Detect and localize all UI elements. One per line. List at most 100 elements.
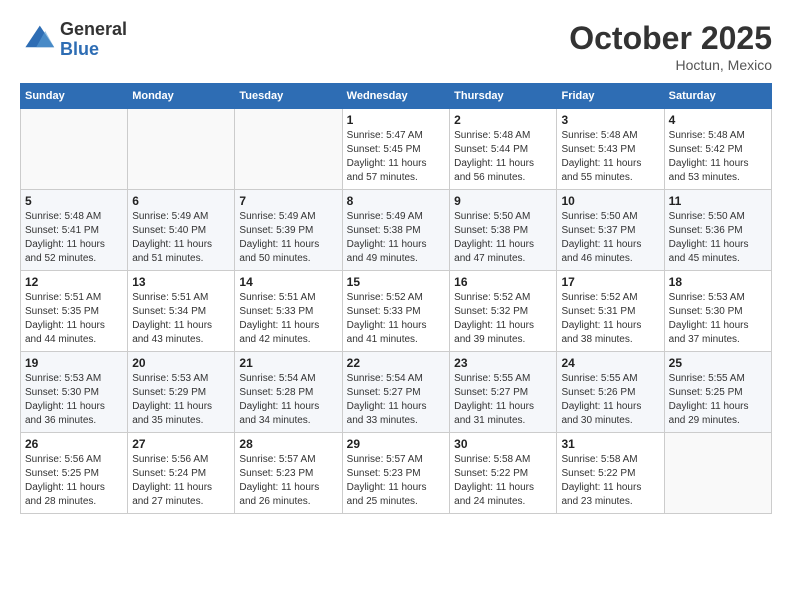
calendar-cell [128, 109, 235, 190]
day-info: Sunrise: 5:53 AM Sunset: 5:30 PM Dayligh… [669, 291, 767, 347]
calendar-week-1: 5 Sunrise: 5:48 AM Sunset: 5:41 PM Daylig… [21, 190, 772, 271]
day-number: 13 [132, 275, 230, 289]
calendar-cell: 11Sunrise: 5:50 AM Sunset: 5:36 PM Dayli… [664, 190, 771, 271]
day-number: 6 [132, 194, 230, 208]
calendar-cell: 19 Sunrise: 5:53 AM Sunset: 5:30 PM Dayli… [21, 352, 128, 433]
weekday-header-sunday: Sunday [21, 84, 128, 109]
calendar-week-0: 1Sunrise: 5:47 AM Sunset: 5:45 PM Daylig… [21, 109, 772, 190]
day-info: Sunrise: 5:48 AM Sunset: 5:44 PM Dayligh… [454, 129, 552, 185]
day-number: 23 [454, 356, 552, 370]
title-block: October 2025 Hoctun, Mexico [569, 20, 772, 73]
day-info: Sunrise: 5:48 AM Sunset: 5:43 PM Dayligh… [561, 129, 659, 185]
day-info: Sunrise: 5:49 AM Sunset: 5:39 PM Dayligh… [239, 210, 337, 266]
day-info: Sunrise: 5:58 AM Sunset: 5:22 PM Dayligh… [454, 453, 552, 509]
weekday-header-friday: Friday [557, 84, 664, 109]
logo: General Blue [20, 20, 127, 60]
day-number: 21 [239, 356, 337, 370]
day-info: Sunrise: 5:51 AM Sunset: 5:35 PM Dayligh… [25, 291, 123, 347]
calendar-cell: 23 Sunrise: 5:55 AM Sunset: 5:27 PM Dayli… [450, 352, 557, 433]
calendar-cell: 28 Sunrise: 5:57 AM Sunset: 5:23 PM Dayli… [235, 433, 342, 514]
calendar-cell: 25Sunrise: 5:55 AM Sunset: 5:25 PM Dayli… [664, 352, 771, 433]
day-number: 3 [561, 113, 659, 127]
day-info: Sunrise: 5:51 AM Sunset: 5:33 PM Dayligh… [239, 291, 337, 347]
day-info: Sunrise: 5:54 AM Sunset: 5:28 PM Dayligh… [239, 372, 337, 428]
day-info: Sunrise: 5:56 AM Sunset: 5:25 PM Dayligh… [25, 453, 123, 509]
day-number: 16 [454, 275, 552, 289]
day-number: 4 [669, 113, 767, 127]
day-info: Sunrise: 5:49 AM Sunset: 5:40 PM Dayligh… [132, 210, 230, 266]
day-number: 24 [561, 356, 659, 370]
day-info: Sunrise: 5:50 AM Sunset: 5:38 PM Dayligh… [454, 210, 552, 266]
calendar-cell: 29 Sunrise: 5:57 AM Sunset: 5:23 PM Dayli… [342, 433, 449, 514]
calendar-cell: 16 Sunrise: 5:52 AM Sunset: 5:32 PM Dayli… [450, 271, 557, 352]
calendar-cell: 21 Sunrise: 5:54 AM Sunset: 5:28 PM Dayli… [235, 352, 342, 433]
day-number: 22 [347, 356, 445, 370]
day-info: Sunrise: 5:56 AM Sunset: 5:24 PM Dayligh… [132, 453, 230, 509]
day-number: 11 [669, 194, 767, 208]
day-number: 19 [25, 356, 123, 370]
weekday-header-tuesday: Tuesday [235, 84, 342, 109]
day-number: 12 [25, 275, 123, 289]
calendar-cell [235, 109, 342, 190]
day-number: 7 [239, 194, 337, 208]
day-number: 28 [239, 437, 337, 451]
month-title: October 2025 [569, 20, 772, 57]
calendar-cell: 27 Sunrise: 5:56 AM Sunset: 5:24 PM Dayli… [128, 433, 235, 514]
weekday-header-wednesday: Wednesday [342, 84, 449, 109]
calendar-cell: 9 Sunrise: 5:50 AM Sunset: 5:38 PM Daylig… [450, 190, 557, 271]
calendar-cell: 1Sunrise: 5:47 AM Sunset: 5:45 PM Daylig… [342, 109, 449, 190]
day-info: Sunrise: 5:48 AM Sunset: 5:41 PM Dayligh… [25, 210, 123, 266]
day-info: Sunrise: 5:52 AM Sunset: 5:32 PM Dayligh… [454, 291, 552, 347]
calendar-cell: 18 Sunrise: 5:53 AM Sunset: 5:30 PM Dayli… [664, 271, 771, 352]
calendar-cell: 24 Sunrise: 5:55 AM Sunset: 5:26 PM Dayli… [557, 352, 664, 433]
weekday-header-thursday: Thursday [450, 84, 557, 109]
day-number: 31 [561, 437, 659, 451]
day-number: 1 [347, 113, 445, 127]
day-number: 27 [132, 437, 230, 451]
calendar-cell: 12 Sunrise: 5:51 AM Sunset: 5:35 PM Dayli… [21, 271, 128, 352]
calendar-week-4: 26 Sunrise: 5:56 AM Sunset: 5:25 PM Dayli… [21, 433, 772, 514]
calendar-cell [664, 433, 771, 514]
calendar-cell: 17Sunrise: 5:52 AM Sunset: 5:31 PM Dayli… [557, 271, 664, 352]
calendar-cell: 30Sunrise: 5:58 AM Sunset: 5:22 PM Dayli… [450, 433, 557, 514]
day-info: Sunrise: 5:50 AM Sunset: 5:37 PM Dayligh… [561, 210, 659, 266]
day-number: 8 [347, 194, 445, 208]
day-info: Sunrise: 5:57 AM Sunset: 5:23 PM Dayligh… [347, 453, 445, 509]
calendar-cell: 4 Sunrise: 5:48 AM Sunset: 5:42 PM Daylig… [664, 109, 771, 190]
day-number: 25 [669, 356, 767, 370]
calendar-header: SundayMondayTuesdayWednesdayThursdayFrid… [21, 84, 772, 109]
day-info: Sunrise: 5:53 AM Sunset: 5:30 PM Dayligh… [25, 372, 123, 428]
day-info: Sunrise: 5:52 AM Sunset: 5:33 PM Dayligh… [347, 291, 445, 347]
calendar-cell: 5 Sunrise: 5:48 AM Sunset: 5:41 PM Daylig… [21, 190, 128, 271]
calendar-body: 1Sunrise: 5:47 AM Sunset: 5:45 PM Daylig… [21, 109, 772, 514]
day-number: 29 [347, 437, 445, 451]
day-number: 26 [25, 437, 123, 451]
header: General Blue October 2025 Hoctun, Mexico [20, 20, 772, 73]
day-info: Sunrise: 5:54 AM Sunset: 5:27 PM Dayligh… [347, 372, 445, 428]
day-number: 18 [669, 275, 767, 289]
day-number: 15 [347, 275, 445, 289]
calendar-cell: 8Sunrise: 5:49 AM Sunset: 5:38 PM Daylig… [342, 190, 449, 271]
location-title: Hoctun, Mexico [569, 57, 772, 73]
calendar-week-3: 19 Sunrise: 5:53 AM Sunset: 5:30 PM Dayli… [21, 352, 772, 433]
calendar-cell: 26 Sunrise: 5:56 AM Sunset: 5:25 PM Dayli… [21, 433, 128, 514]
calendar-cell: 15 Sunrise: 5:52 AM Sunset: 5:33 PM Dayli… [342, 271, 449, 352]
day-number: 5 [25, 194, 123, 208]
day-info: Sunrise: 5:58 AM Sunset: 5:22 PM Dayligh… [561, 453, 659, 509]
day-number: 10 [561, 194, 659, 208]
day-number: 9 [454, 194, 552, 208]
day-number: 2 [454, 113, 552, 127]
day-info: Sunrise: 5:48 AM Sunset: 5:42 PM Dayligh… [669, 129, 767, 185]
day-info: Sunrise: 5:57 AM Sunset: 5:23 PM Dayligh… [239, 453, 337, 509]
calendar-cell: 22 Sunrise: 5:54 AM Sunset: 5:27 PM Dayli… [342, 352, 449, 433]
weekday-header-row: SundayMondayTuesdayWednesdayThursdayFrid… [21, 84, 772, 109]
day-info: Sunrise: 5:55 AM Sunset: 5:26 PM Dayligh… [561, 372, 659, 428]
calendar-cell: 2 Sunrise: 5:48 AM Sunset: 5:44 PM Daylig… [450, 109, 557, 190]
calendar-cell: 7 Sunrise: 5:49 AM Sunset: 5:39 PM Daylig… [235, 190, 342, 271]
day-info: Sunrise: 5:51 AM Sunset: 5:34 PM Dayligh… [132, 291, 230, 347]
day-number: 17 [561, 275, 659, 289]
day-info: Sunrise: 5:55 AM Sunset: 5:27 PM Dayligh… [454, 372, 552, 428]
calendar-week-2: 12 Sunrise: 5:51 AM Sunset: 5:35 PM Dayli… [21, 271, 772, 352]
logo-blue-text: Blue [60, 40, 127, 60]
weekday-header-saturday: Saturday [664, 84, 771, 109]
